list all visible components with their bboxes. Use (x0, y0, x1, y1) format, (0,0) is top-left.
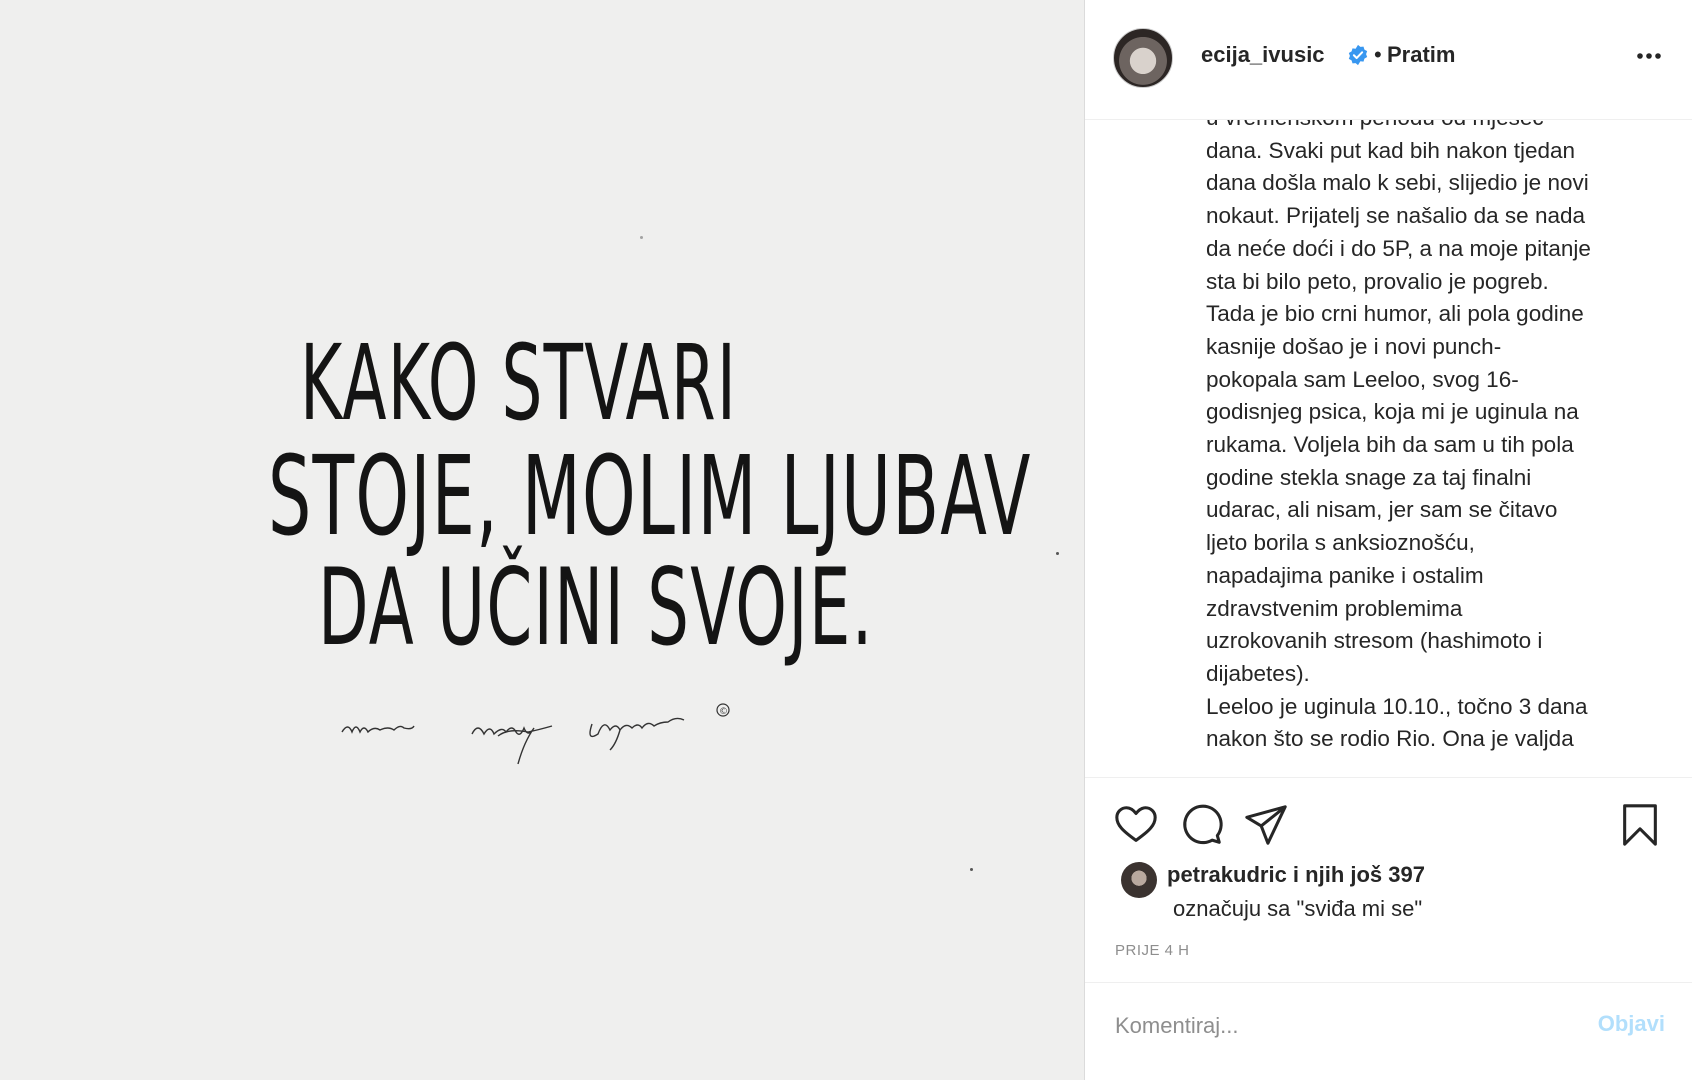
comment-icon[interactable] (1179, 802, 1225, 848)
share-icon[interactable] (1243, 802, 1289, 848)
post-details-panel: ecija_ivusic • Pratim u vremenskom perio… (1084, 0, 1692, 1080)
heart-icon[interactable] (1113, 802, 1159, 848)
caption-scroll-area[interactable]: u vremenskom periodu od mjesec dana. Sva… (1085, 120, 1692, 778)
liker-avatar[interactable] (1121, 862, 1157, 898)
bookmark-icon[interactable] (1617, 802, 1663, 848)
paper-speck (1056, 552, 1059, 555)
likes-caption: označuju sa "sviđa mi se" (1173, 896, 1423, 921)
username-link[interactable]: ecija_ivusic (1201, 42, 1325, 68)
caption-text: u vremenskom periodu od mjesec dana. Sva… (1206, 120, 1591, 752)
paper-speck (640, 236, 643, 239)
post-image[interactable]: KAKO STVARI STOJE, MOLIM LJUBAV DA UČINI… (0, 0, 1084, 1080)
comment-bar: Objavi (1085, 982, 1692, 1080)
separator-dot: • (1374, 42, 1382, 67)
likes-count-link[interactable]: petrakudric i njih još 397 (1167, 862, 1425, 888)
comment-input[interactable] (1113, 1003, 1577, 1049)
avatar[interactable] (1113, 28, 1173, 88)
post-timestamp[interactable]: PRIJE 4 H (1115, 942, 1190, 959)
quote-text: KAKO STVARI STOJE, MOLIM LJUBAV DA UČINI… (0, 0, 1084, 1080)
copyright-symbol: © (719, 707, 728, 717)
following-button[interactable]: Pratim (1387, 42, 1455, 68)
instagram-post: KAKO STVARI STOJE, MOLIM LJUBAV DA UČINI… (0, 0, 1692, 1080)
verified-badge-icon (1348, 44, 1368, 66)
paper-speck (970, 868, 973, 871)
post-comment-button[interactable]: Objavi (1598, 1011, 1665, 1037)
handwritten-signature: © (341, 703, 730, 765)
quote-line-3: DA UČINI SVOJE. (318, 546, 874, 669)
quote-line-1: KAKO STVARI (300, 322, 738, 444)
action-bar (1085, 790, 1692, 850)
more-options-icon[interactable] (1633, 40, 1665, 72)
quote-line-2: STOJE, MOLIM LJUBAV (268, 432, 1032, 560)
post-header: ecija_ivusic • Pratim (1085, 0, 1692, 120)
